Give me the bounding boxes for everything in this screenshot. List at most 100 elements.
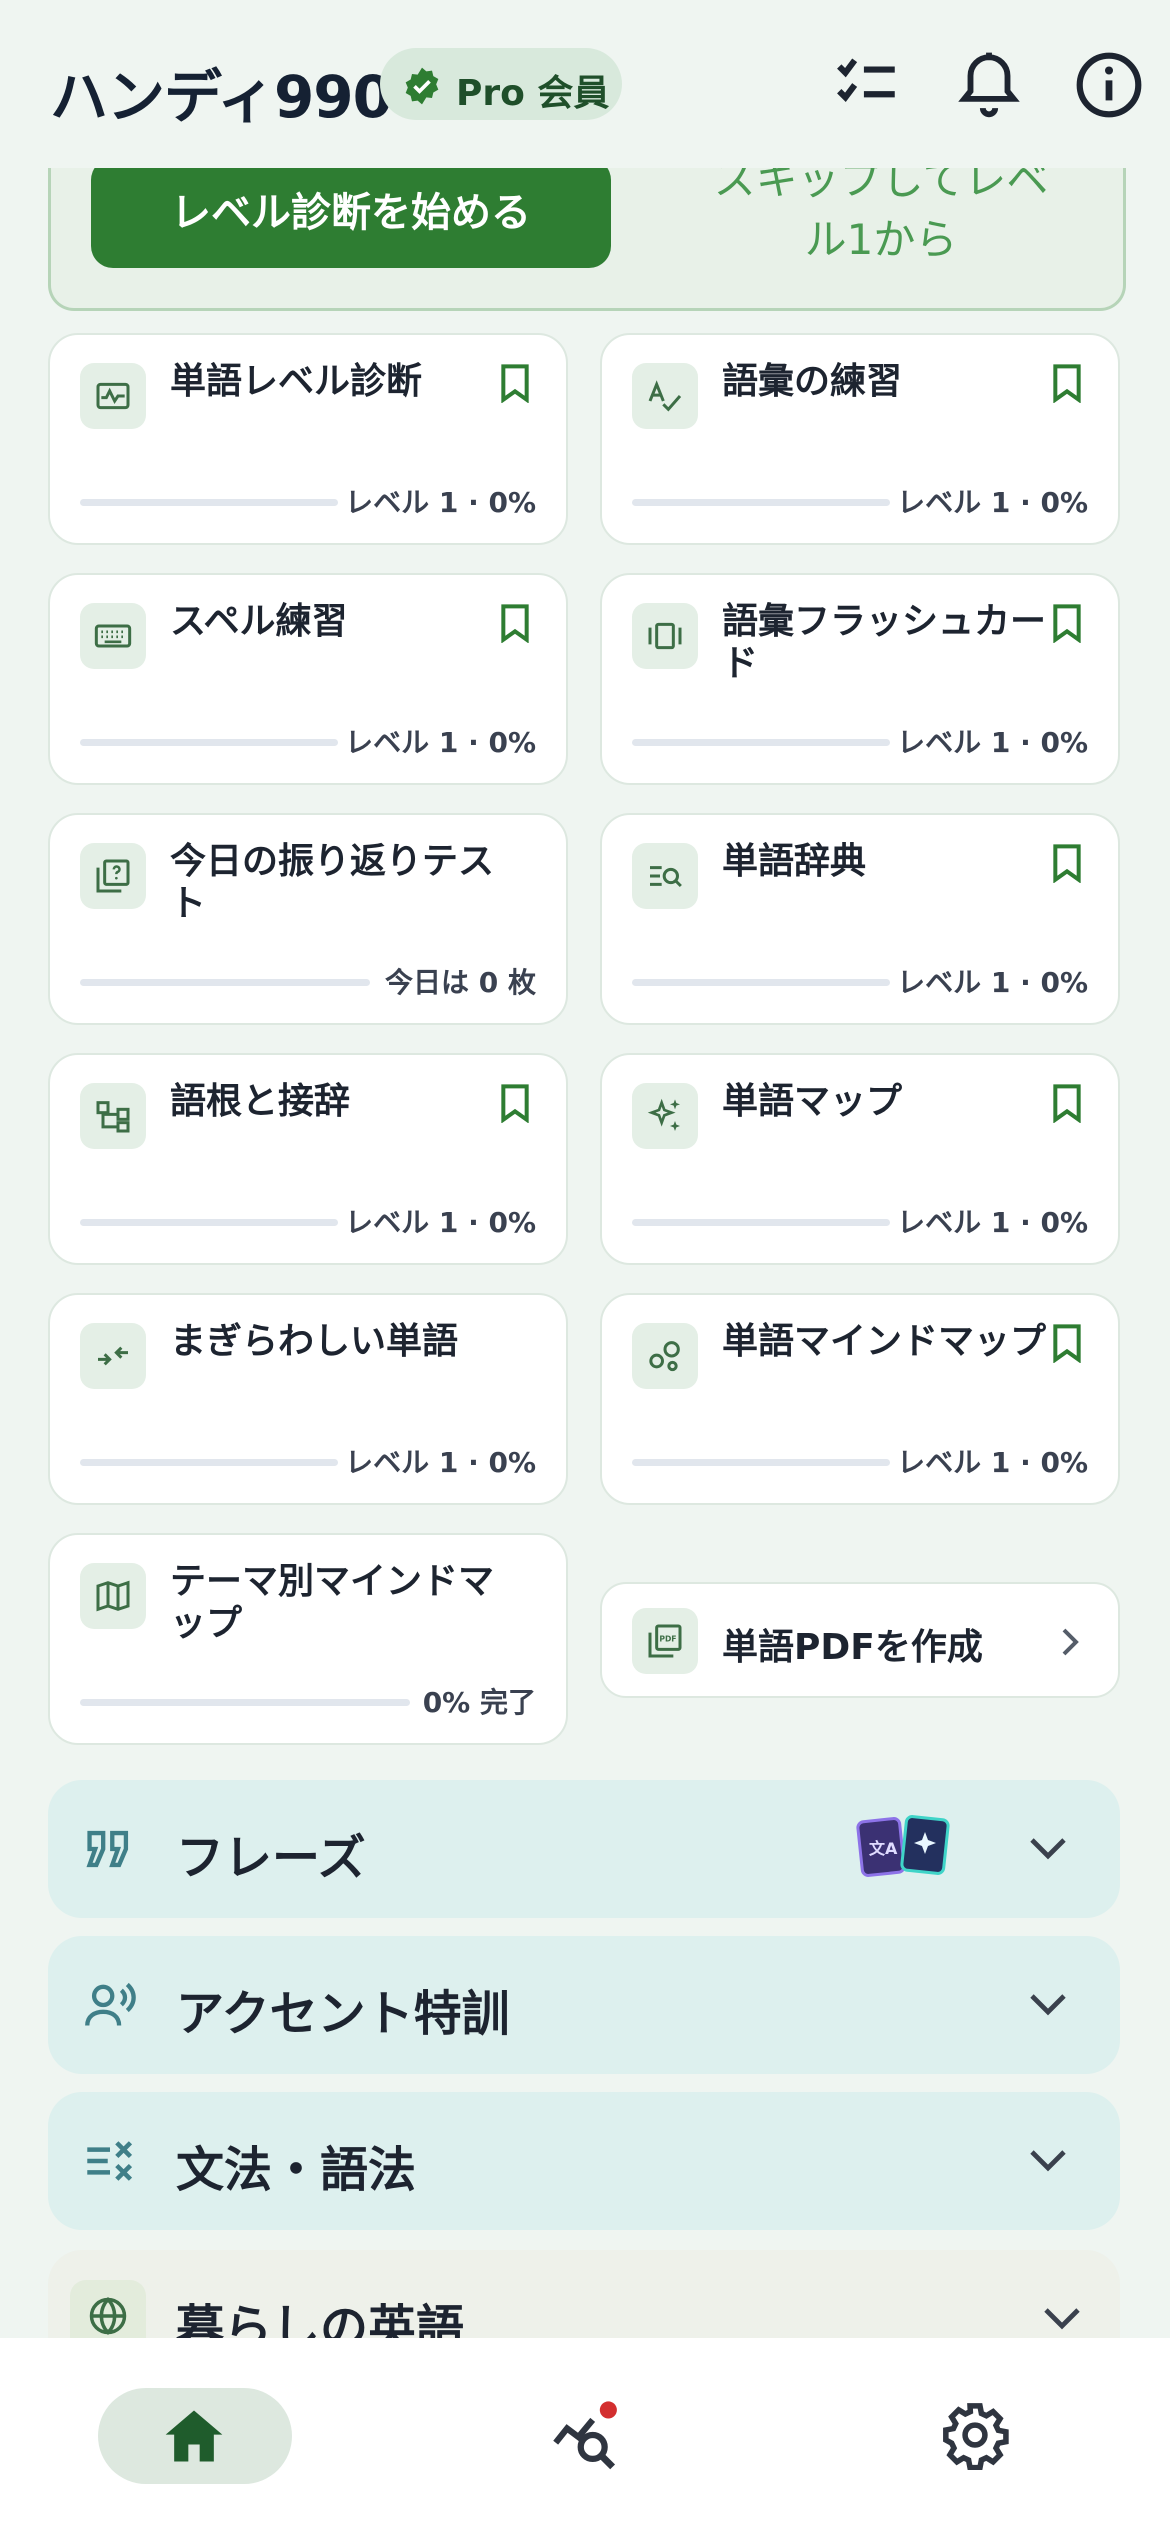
card-daily-review-test[interactable]: 今日の振り返りテスト 今日は 0 枚 [48, 813, 568, 1025]
spellcheck-icon [648, 380, 682, 412]
chevron-down-icon[interactable] [1026, 1986, 1070, 2022]
card-title: 語彙フラッシュカード [722, 601, 1047, 684]
create-pdf-button[interactable]: PDF 単語PDFを作成 [600, 1582, 1120, 1698]
card-theme-mindmap[interactable]: テーマ別マインドマップ 0% 完了 [48, 1533, 568, 1745]
card-progress: レベル 1 · 0% [345, 726, 536, 759]
section-title: アクセント特訓 [176, 1986, 510, 2042]
section-accent-training[interactable]: アクセント特訓 [48, 1936, 1120, 2074]
tree-icon [96, 1101, 130, 1133]
level-diagnosis-banner: レベル診断を始める スキップしてレベ ル1から [48, 150, 1126, 311]
bottom-navigation [0, 2338, 1170, 2532]
skip-to-level1-link[interactable]: スキップしてレベ ル1から [671, 150, 1091, 270]
bell-icon[interactable] [952, 48, 1026, 122]
map-icon [96, 1580, 130, 1612]
card-title: 単語レベル診断 [170, 361, 423, 402]
translate-cards-icon: 文A [856, 1815, 950, 1877]
card-progress: レベル 1 · 0% [345, 1206, 536, 1239]
section-phrases[interactable]: フレーズ 文A [48, 1780, 1120, 1918]
home-icon [165, 2410, 223, 2462]
card-level-diagnosis[interactable]: 単語レベル診断 レベル 1 · 0% [48, 333, 568, 545]
card-title: 語根と接辞 [170, 1081, 351, 1122]
bookmark-icon[interactable] [498, 363, 532, 403]
card-progress: レベル 1 · 0% [897, 1446, 1088, 1479]
card-progress: レベル 1 · 0% [897, 1206, 1088, 1239]
bookmark-icon[interactable] [498, 603, 532, 643]
progress-bar [632, 739, 890, 746]
progress-bar [80, 1699, 410, 1706]
section-title: 文法・語法 [176, 2142, 417, 2198]
verified-icon [405, 67, 439, 105]
start-diagnosis-button[interactable]: レベル診断を始める [91, 158, 611, 268]
flashcard-icon [648, 622, 682, 650]
pdf-card-title: 単語PDFを作成 [722, 1627, 983, 1668]
card-progress: レベル 1 · 0% [897, 486, 1088, 519]
card-progress: 0% 完了 [422, 1686, 536, 1719]
card-progress: 今日は 0 枚 [385, 966, 536, 999]
progress-bar [80, 739, 338, 746]
card-title: スペル練習 [170, 601, 348, 642]
settings-icon[interactable] [940, 2400, 1010, 2470]
info-icon[interactable] [1072, 48, 1146, 122]
card-progress: レベル 1 · 0% [897, 966, 1088, 999]
analytics-icon[interactable] [550, 2400, 624, 2474]
globe-icon [89, 2297, 127, 2335]
pro-badge-label: Pro 会員 [456, 73, 610, 114]
card-progress: レベル 1 · 0% [345, 1446, 536, 1479]
card-roots-affixes[interactable]: 語根と接辞 レベル 1 · 0% [48, 1053, 568, 1265]
bookmark-icon[interactable] [1050, 363, 1084, 403]
card-progress: レベル 1 · 0% [345, 486, 536, 519]
quote-icon [86, 1830, 129, 1868]
card-word-mindmap[interactable]: 単語マインドマップ レベル 1 · 0% [600, 1293, 1120, 1505]
progress-bar [632, 1459, 890, 1466]
card-confusing-words[interactable]: まぎらわしい単語 レベル 1 · 0% [48, 1293, 568, 1505]
app-header: ハンディ990 Pro 会員 [0, 0, 1170, 168]
progress-bar [632, 499, 890, 506]
progress-bar [80, 979, 370, 986]
card-vocab-practice[interactable]: 語彙の練習 レベル 1 · 0% [600, 333, 1120, 545]
nav-home-tab[interactable] [98, 2388, 292, 2484]
section-title: フレーズ [176, 1830, 366, 1886]
level-check-icon [96, 382, 130, 410]
pdf-icon: PDF [648, 1624, 682, 1658]
progress-bar [80, 499, 338, 506]
svg-text:PDF: PDF [659, 1635, 676, 1644]
card-title: まぎらわしい単語 [170, 1321, 459, 1362]
card-spelling-practice[interactable]: スペル練習 レベル 1 · 0% [48, 573, 568, 785]
grammar-icon [87, 2141, 133, 2181]
chevron-down-icon[interactable] [1026, 1830, 1070, 1866]
card-word-map[interactable]: 単語マップ レベル 1 · 0% [600, 1053, 1120, 1265]
sparkle-icon [647, 1098, 680, 1131]
checklist-icon[interactable] [830, 48, 904, 122]
card-progress: レベル 1 · 0% [897, 726, 1088, 759]
progress-bar [80, 1219, 338, 1226]
voice-icon [85, 1982, 136, 2026]
pro-member-badge[interactable]: Pro 会員 [380, 48, 622, 120]
bookmark-icon[interactable] [1050, 1083, 1084, 1123]
bookmark-icon[interactable] [1050, 1323, 1084, 1363]
chevron-down-icon[interactable] [1040, 2300, 1084, 2336]
chevron-down-icon[interactable] [1026, 2142, 1070, 2178]
quiz-icon [96, 859, 130, 893]
card-title: 語彙の練習 [722, 361, 903, 402]
card-title: 単語マインドマップ [722, 1321, 1047, 1362]
svg-text:文A: 文A [869, 1839, 898, 1858]
card-title: 今日の振り返りテスト [170, 841, 495, 924]
card-title: 単語マップ [722, 1081, 903, 1122]
bookmark-icon[interactable] [1050, 843, 1084, 883]
chevron-right-icon [1062, 1628, 1079, 1656]
card-title: 単語辞典 [722, 841, 867, 882]
keyboard-icon [94, 624, 132, 648]
compare-arrows-icon [98, 1346, 128, 1366]
skip-link-line2: ル1から [804, 215, 958, 264]
bookmark-icon[interactable] [1050, 603, 1084, 643]
progress-bar [80, 1459, 338, 1466]
card-flashcards[interactable]: 語彙フラッシュカード レベル 1 · 0% [600, 573, 1120, 785]
section-grammar[interactable]: 文法・語法 [48, 2092, 1120, 2230]
progress-bar [632, 979, 890, 986]
dictionary-search-icon [650, 866, 682, 888]
app-title: ハンディ990 [50, 63, 393, 131]
bubbles-icon [649, 1341, 680, 1372]
bookmark-icon[interactable] [498, 1083, 532, 1123]
card-dictionary[interactable]: 単語辞典 レベル 1 · 0% [600, 813, 1120, 1025]
card-title: テーマ別マインドマップ [170, 1561, 495, 1644]
